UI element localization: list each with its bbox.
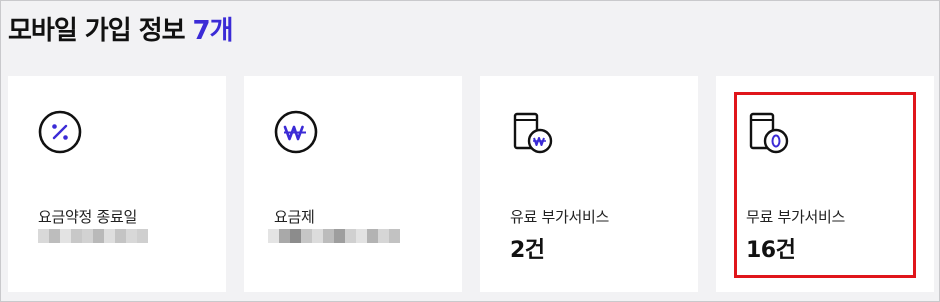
won-circle-icon: [272, 108, 320, 156]
masked-value: [268, 229, 400, 257]
percent-circle-icon: [36, 108, 84, 156]
card-value: 2건: [510, 238, 545, 263]
phone-won-icon: [508, 108, 556, 156]
card-label: 요금약정 종료일: [38, 208, 137, 226]
title-text: 모바일 가입 정보: [8, 16, 186, 46]
card-label: 유료 부가서비스: [510, 208, 609, 226]
card-paid-addons[interactable]: 유료 부가서비스 2건: [480, 76, 698, 292]
highlight-box: [734, 92, 916, 278]
title-count: 7개: [192, 16, 234, 46]
card-label: 요금제: [274, 208, 315, 226]
page-title: 모바일 가입 정보 7개: [8, 10, 234, 47]
card-plan[interactable]: 요금제: [244, 76, 462, 292]
masked-value: [38, 229, 148, 257]
card-contract-end[interactable]: 요금약정 종료일: [8, 76, 226, 292]
